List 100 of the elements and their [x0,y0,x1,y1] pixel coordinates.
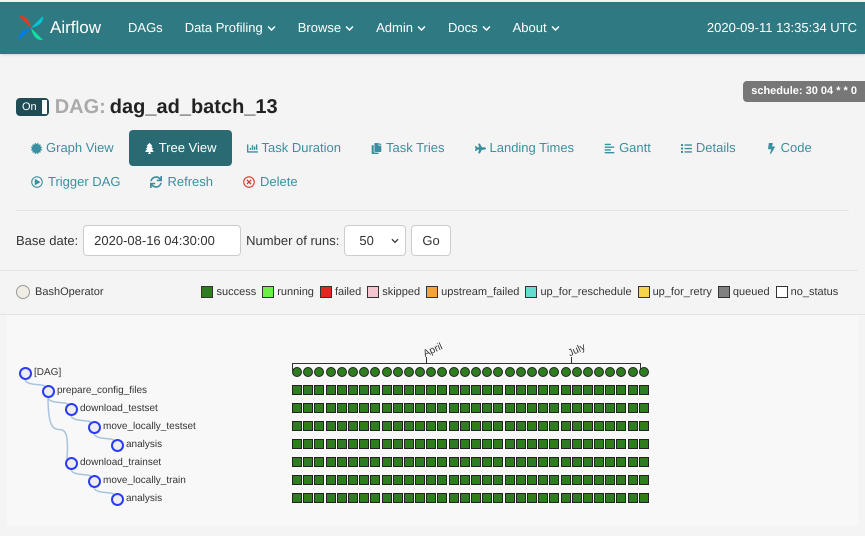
task-instance-square[interactable] [572,384,582,394]
task-instance-square[interactable] [516,438,526,448]
task-instance-square[interactable] [392,492,403,502]
view-tab[interactable]: Task Tries [356,130,460,166]
task-instance-square[interactable] [303,438,314,448]
task-instance-square[interactable] [638,420,649,430]
runs-select[interactable]: 50 [344,225,406,256]
task-instance-square[interactable] [493,420,504,430]
task-instance-square[interactable] [404,474,414,484]
task-instance-square[interactable] [616,384,626,394]
task-instance-square[interactable] [336,438,347,448]
task-instance-square[interactable] [336,492,347,502]
task-node[interactable] [65,456,78,470]
action-link[interactable]: Trigger DAG [16,168,136,196]
task-instance-square[interactable] [526,402,537,412]
task-instance-square[interactable] [526,492,537,502]
task-node[interactable] [65,402,78,416]
task-instance-square[interactable] [448,402,459,412]
task-instance-square[interactable] [460,474,470,484]
task-instance-square[interactable] [292,384,302,394]
task-instance-square[interactable] [572,420,582,430]
task-instance-square[interactable] [493,456,504,466]
task-instance-square[interactable] [448,438,459,448]
task-instance-square[interactable] [314,474,324,484]
task-instance-square[interactable] [471,456,481,466]
task-instance-square[interactable] [628,492,638,502]
go-button[interactable]: Go [411,225,451,256]
task-instance-square[interactable] [370,492,380,502]
task-instance-square[interactable] [382,474,392,484]
task-instance-square[interactable] [314,402,324,412]
task-instance-square[interactable] [359,456,370,466]
task-instance-square[interactable] [616,492,626,502]
task-instance-square[interactable] [493,492,504,502]
task-instance-square[interactable] [426,492,436,502]
task-instance-square[interactable] [516,474,526,484]
task-instance-square[interactable] [382,384,392,394]
task-instance-square[interactable] [572,474,582,484]
task-instance-square[interactable] [549,420,560,430]
task-instance-square[interactable] [572,456,582,466]
task-instance-square[interactable] [605,420,616,430]
task-instance-square[interactable] [314,420,324,430]
task-instance-square[interactable] [292,420,302,430]
task-instance-square[interactable] [516,420,526,430]
task-instance-square[interactable] [460,384,470,394]
task-instance-square[interactable] [314,384,324,394]
task-instance-square[interactable] [303,384,314,394]
action-link[interactable]: Refresh [135,168,228,196]
task-instance-square[interactable] [572,438,582,448]
task-instance-square[interactable] [370,384,380,394]
task-instance-square[interactable] [605,456,616,466]
task-instance-square[interactable] [471,492,481,502]
task-instance-square[interactable] [526,456,537,466]
task-instance-square[interactable] [616,420,626,430]
task-instance-square[interactable] [326,474,336,484]
task-instance-square[interactable] [538,384,548,394]
task-instance-square[interactable] [292,402,302,412]
task-instance-square[interactable] [471,402,481,412]
task-instance-square[interactable] [638,456,649,466]
task-instance-square[interactable] [336,456,347,466]
task-instance-square[interactable] [437,402,448,412]
task-instance-square[interactable] [526,474,537,484]
view-tab[interactable]: Code [750,130,827,166]
task-instance-square[interactable] [582,420,593,430]
task-instance-square[interactable] [314,438,324,448]
task-instance-square[interactable] [616,402,626,412]
task-instance-square[interactable] [560,384,570,394]
task-instance-square[interactable] [348,438,358,448]
task-instance-square[interactable] [504,402,515,412]
task-instance-square[interactable] [582,384,593,394]
task-instance-square[interactable] [370,420,380,430]
task-instance-square[interactable] [437,438,448,448]
task-instance-square[interactable] [415,384,426,394]
task-instance-square[interactable] [638,492,649,502]
brand-name[interactable]: Airflow [50,15,102,41]
task-instance-square[interactable] [326,402,336,412]
task-instance-square[interactable] [359,384,370,394]
task-instance-square[interactable] [549,402,560,412]
task-instance-square[interactable] [292,438,302,448]
task-instance-square[interactable] [594,456,604,466]
task-instance-square[interactable] [538,474,548,484]
task-instance-square[interactable] [493,402,504,412]
task-instance-square[interactable] [404,384,414,394]
task-instance-square[interactable] [392,384,403,394]
task-instance-square[interactable] [326,384,336,394]
task-instance-square[interactable] [605,438,616,448]
task-instance-square[interactable] [628,438,638,448]
task-instance-square[interactable] [415,456,426,466]
task-name[interactable]: analysis [126,492,162,504]
task-instance-square[interactable] [348,402,358,412]
task-instance-square[interactable] [582,402,593,412]
task-instance-square[interactable] [493,384,504,394]
task-instance-square[interactable] [382,456,392,466]
task-node[interactable] [19,366,32,380]
task-instance-square[interactable] [426,456,436,466]
task-instance-square[interactable] [404,438,414,448]
task-instance-square[interactable] [605,402,616,412]
task-name[interactable]: download_testset [80,402,158,414]
task-instance-square[interactable] [582,492,593,502]
task-instance-square[interactable] [336,384,347,394]
task-instance-square[interactable] [404,420,414,430]
